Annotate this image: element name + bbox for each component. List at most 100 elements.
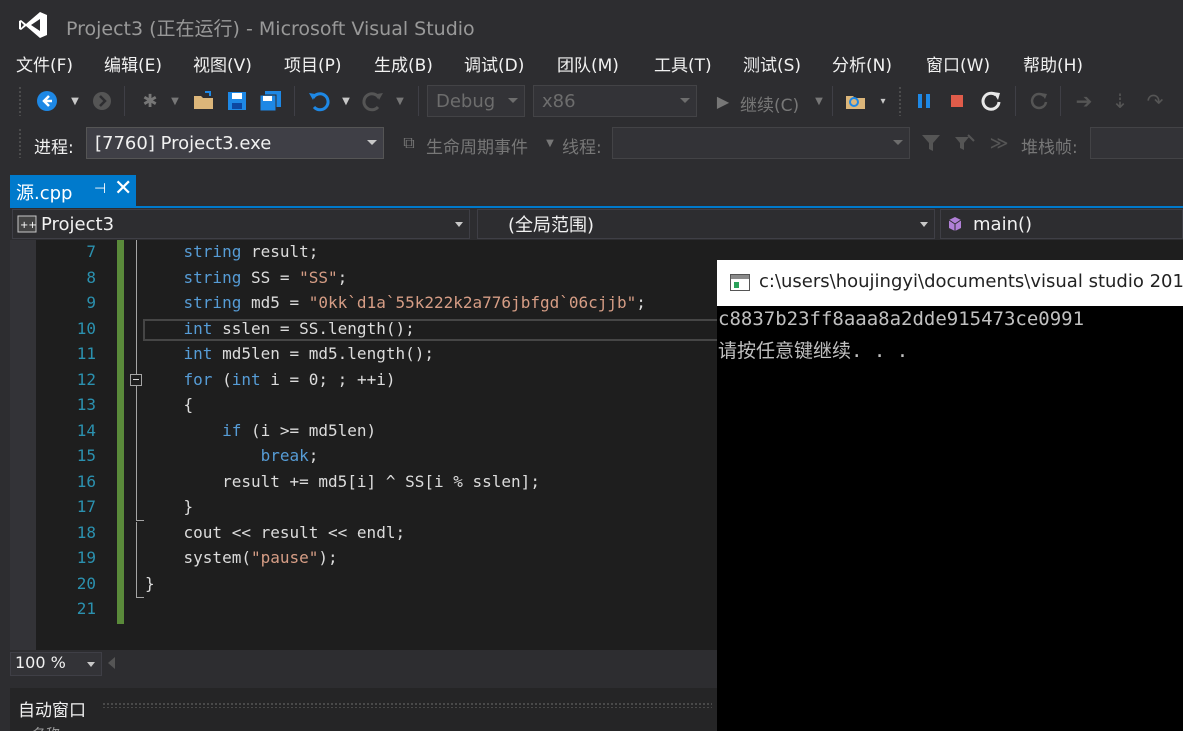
toggle-filter-icon[interactable] [952, 130, 978, 156]
code-line[interactable]: int sslen = SS.length(); [145, 319, 415, 338]
autos-window-title[interactable]: 自动窗口 [18, 696, 86, 721]
show-next-statement-icon[interactable]: ➔ [1071, 88, 1097, 114]
chevron-down-icon[interactable]: ▼ [806, 88, 832, 114]
line-number: 11 [76, 344, 96, 363]
open-folder-icon[interactable] [191, 88, 217, 114]
line-number: 9 [86, 293, 96, 312]
undo-icon[interactable] [306, 88, 332, 114]
line-number: 15 [76, 446, 96, 465]
chevron-down-icon[interactable]: ▼ [537, 130, 563, 156]
console-title-bar[interactable]: c:\users\houjingyi\documents\visual stud… [717, 260, 1183, 306]
continue-button[interactable]: 继续(C) [740, 91, 799, 116]
step-into-icon[interactable]: ⇣ [1107, 88, 1133, 114]
line-number: 17 [76, 497, 96, 516]
new-project-icon[interactable]: ✱ [137, 88, 163, 114]
thread-label: 线程: [562, 138, 602, 158]
autos-window-grip[interactable] [102, 702, 712, 708]
outline-guide [136, 240, 137, 376]
break-all-icon[interactable] [911, 88, 937, 114]
stop-debugging-icon[interactable] [944, 88, 970, 114]
restart-icon[interactable] [978, 88, 1004, 114]
filter-icon[interactable] [918, 130, 944, 156]
code-line[interactable]: int md5len = md5.length(); [145, 344, 434, 363]
menu-test[interactable]: 测试(S) [743, 51, 801, 76]
member-value: main() [973, 213, 1033, 235]
menu-build[interactable]: 生成(B) [374, 51, 433, 76]
code-line[interactable]: string SS = "SS"; [145, 268, 348, 287]
toolbar-separator [294, 86, 295, 116]
save-all-icon[interactable] [258, 88, 284, 114]
overflow-icon[interactable]: ▾ [870, 88, 896, 114]
member-select[interactable]: main() [940, 209, 1183, 239]
navigate-back-icon[interactable] [34, 88, 60, 114]
process-select[interactable]: [7760] Project3.exe [86, 127, 384, 159]
outline-guide [136, 522, 137, 598]
code-line[interactable]: cout << result << endl; [145, 523, 406, 542]
scroll-left-icon[interactable] [108, 657, 115, 669]
menu-tools[interactable]: 工具(T) [654, 51, 712, 76]
find-in-files-icon[interactable] [843, 88, 869, 114]
autos-column-name[interactable]: 名称 [32, 724, 60, 731]
menu-debug[interactable]: 调试(D) [464, 51, 524, 76]
collapse-toggle-icon[interactable] [130, 374, 142, 386]
code-line[interactable]: string result; [145, 242, 319, 261]
close-icon[interactable]: ✕ [114, 176, 132, 201]
code-line[interactable]: } [145, 497, 194, 516]
line-number: 20 [76, 573, 96, 593]
standard-toolbar: ▼ ✱ ▼ ▼ ▼ Debug x86 ▶ 继续(C) ▼ ▾ ➔ ⇣ ↷ [0, 82, 1183, 120]
menu-window[interactable]: 窗口(W) [926, 51, 990, 76]
console-app-icon [730, 274, 750, 291]
lifecycle-events-icon[interactable]: ⧉ [396, 130, 422, 156]
refresh-icon[interactable] [1026, 88, 1052, 114]
menu-file[interactable]: 文件(F) [16, 51, 73, 76]
line-number: 13 [76, 395, 96, 414]
chevron-down-icon[interactable]: ▼ [387, 88, 413, 114]
chevron-down-icon[interactable]: ▼ [62, 88, 88, 114]
lifecycle-events-button[interactable]: 生命周期事件 [426, 133, 528, 158]
project-value: Project3 [41, 213, 115, 235]
menu-edit[interactable]: 编辑(E) [104, 51, 162, 76]
code-line[interactable]: break; [145, 446, 319, 465]
navigate-forward-icon[interactable] [89, 88, 115, 114]
visual-studio-logo-icon [19, 12, 47, 38]
chevron-down-icon[interactable]: ▼ [333, 88, 359, 114]
code-line[interactable]: string md5 = "0kk`d1a`55k222k2a776jbfgd`… [145, 293, 646, 312]
console-window[interactable]: c:\users\houjingyi\documents\visual stud… [717, 260, 1183, 731]
line-number: 12 [76, 369, 96, 389]
code-line[interactable]: for (int i = 0; ; ++i) [145, 370, 396, 389]
code-line[interactable]: if (i >= md5len) [145, 421, 376, 440]
menu-view[interactable]: 视图(V) [193, 51, 252, 76]
zoom-select[interactable]: 100 % [10, 652, 102, 676]
menu-help[interactable]: 帮助(H) [1023, 51, 1083, 76]
menu-bar: 文件(F) 编辑(E) 视图(V) 项目(P) 生成(B) 调试(D) 团队(M… [0, 48, 1183, 78]
code-line[interactable]: { [145, 395, 194, 414]
toolbar-grip[interactable] [898, 86, 902, 116]
step-over-icon[interactable]: ↷ [1142, 88, 1168, 114]
redo-icon[interactable] [360, 88, 386, 114]
line-number: 14 [76, 420, 96, 440]
thread-flag-icon[interactable]: ≫ [986, 130, 1012, 156]
indicator-margin[interactable] [10, 240, 36, 650]
method-icon [948, 217, 962, 231]
document-tab-source-cpp[interactable]: 源.cpp ⊣ ✕ [10, 175, 136, 206]
save-icon[interactable] [224, 88, 250, 114]
code-line[interactable]: result += md5[i] ^ SS[i % sslen]; [145, 472, 540, 491]
stack-frame-select[interactable] [1090, 127, 1183, 159]
menu-team[interactable]: 团队(M) [557, 51, 619, 76]
menu-analyze[interactable]: 分析(N) [832, 51, 892, 76]
project-select[interactable]: ++ Project3 [12, 209, 470, 239]
solution-platform-select[interactable]: x86 [533, 85, 697, 117]
toolbar-grip[interactable] [18, 86, 22, 116]
pin-icon[interactable]: ⊣ [94, 181, 106, 197]
solution-configuration-select[interactable]: Debug [427, 85, 525, 117]
toolbar-grip[interactable] [18, 128, 22, 158]
code-line[interactable]: } [145, 574, 155, 593]
cpp-project-icon: ++ [17, 215, 37, 233]
scope-select[interactable]: (全局范围) [477, 209, 935, 239]
code-line[interactable]: system("pause"); [145, 548, 338, 567]
menu-project[interactable]: 项目(P) [284, 51, 342, 76]
chevron-down-icon[interactable]: ▼ [162, 88, 188, 114]
thread-select[interactable] [612, 127, 910, 159]
stack-frame-label: 堆栈帧: [1021, 138, 1078, 158]
play-icon[interactable]: ▶ [710, 88, 736, 114]
